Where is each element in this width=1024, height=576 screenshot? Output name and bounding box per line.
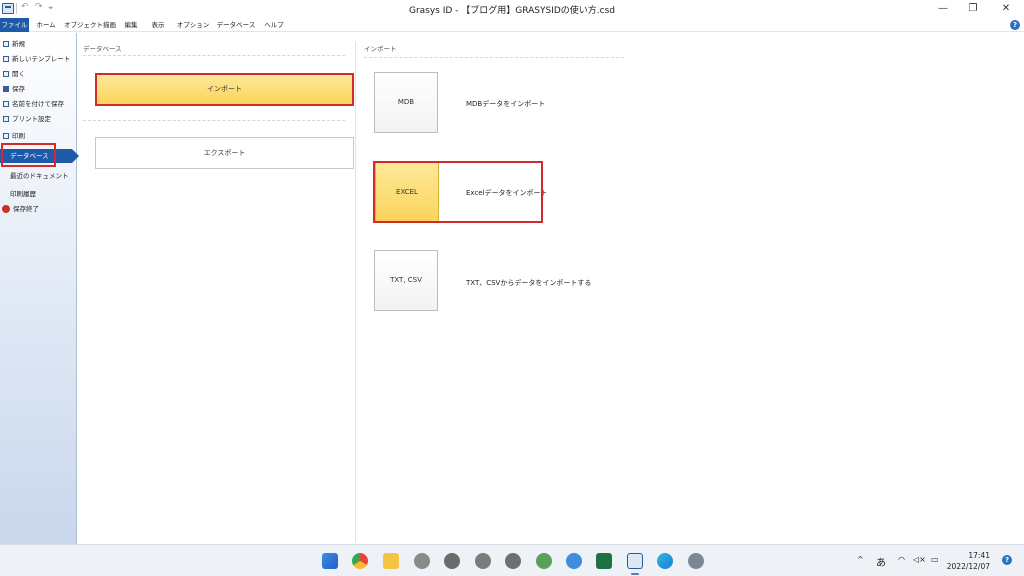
restore-button[interactable]: ❐: [963, 2, 983, 16]
database-separator: [83, 120, 345, 121]
tab-home[interactable]: ホーム: [33, 18, 59, 32]
clock-time[interactable]: 17:41: [968, 551, 990, 560]
open-folder-icon: [3, 71, 9, 77]
tray-chevron-icon[interactable]: ^: [857, 555, 864, 564]
app-icon-6[interactable]: [566, 553, 582, 569]
database-heading-separator: [83, 55, 345, 56]
import-button[interactable]: インポート: [95, 73, 354, 106]
database-highlight-box: [1, 143, 56, 167]
title-bar: ↶ ↷ ⏷ Grasys ID - 【ブログ用】GRASYSIDの使い方.csd…: [0, 0, 1024, 18]
app-icon-2[interactable]: [444, 553, 460, 569]
panel-divider: [355, 42, 356, 542]
chrome-icon[interactable]: [352, 553, 368, 569]
excel-highlight-box: [373, 161, 543, 223]
notification-icon[interactable]: ?: [1002, 555, 1012, 565]
help-icon[interactable]: ?: [1010, 20, 1020, 30]
sidebar-item-label: 名前を付けて保存: [12, 100, 64, 108]
save-as-icon: [3, 101, 9, 107]
file-explorer-icon[interactable]: [383, 553, 399, 569]
txt-csv-import-description: TXT、CSVからデータをインポートする: [466, 279, 592, 287]
app-icon-3[interactable]: [475, 553, 491, 569]
sidebar-item-print-settings[interactable]: プリント設定: [0, 112, 76, 126]
window-title: Grasys ID - 【ブログ用】GRASYSIDの使い方.csd: [408, 6, 616, 16]
app-icon-4[interactable]: [505, 553, 521, 569]
ime-indicator[interactable]: あ: [876, 554, 886, 569]
clock-date[interactable]: 2022/12/07: [947, 562, 990, 571]
tab-object-draw[interactable]: オブジェクト描画: [64, 18, 116, 32]
sidebar-item-label: 最近のドキュメント: [10, 172, 69, 180]
battery-icon[interactable]: ▭: [931, 555, 939, 564]
tab-edit[interactable]: 編集: [120, 18, 142, 32]
ribbon-tabs: ファイル ホーム オブジェクト描画 編集 表示 オプション データベース ヘルプ…: [0, 18, 1024, 32]
import-heading: インポート: [364, 45, 397, 53]
mdb-import-description: MDBデータをインポート: [466, 100, 546, 108]
sidebar-item-label: 保存: [12, 85, 25, 93]
sidebar-item-label: 新しいテンプレート: [12, 55, 71, 63]
grasys-id-icon[interactable]: [627, 553, 643, 569]
taskbar: ^ あ ◠ ◁× ▭ 17:41 2022/12/07 ?: [0, 544, 1024, 576]
tab-view[interactable]: 表示: [147, 18, 169, 32]
save-icon: [3, 86, 9, 92]
sidebar-item-recent-documents[interactable]: 最近のドキュメント: [0, 169, 76, 183]
active-app-indicator: [631, 573, 639, 575]
txt-csv-import-button[interactable]: TXT, CSV: [374, 250, 438, 311]
sidebar-item-print[interactable]: 印刷: [0, 129, 76, 143]
sidebar-item-label: プリント設定: [12, 115, 51, 123]
sidebar-item-label: 印刷履歴: [10, 190, 36, 198]
tab-database[interactable]: データベース: [215, 18, 257, 32]
exit-icon: [2, 205, 10, 213]
sidebar-item-save[interactable]: 保存: [0, 82, 76, 96]
settings-icon[interactable]: [688, 553, 704, 569]
sidebar-item-save-exit[interactable]: 保存終了: [0, 202, 76, 216]
sidebar-item-new[interactable]: 新規: [0, 37, 76, 51]
app-icon-1[interactable]: [414, 553, 430, 569]
printer-icon: [3, 133, 9, 139]
sidebar-item-label: 印刷: [12, 132, 25, 140]
database-heading: データベース: [83, 45, 122, 53]
edge-icon[interactable]: [657, 553, 673, 569]
sidebar-item-new-template[interactable]: 新しいテンプレート: [0, 52, 76, 66]
backstage-sidebar: 新規 新しいテンプレート 開く 保存 名前を付けて保存 プリント設定 印刷 デー…: [0, 33, 79, 544]
print-settings-icon: [3, 116, 9, 122]
sidebar-item-save-as[interactable]: 名前を付けて保存: [0, 97, 76, 111]
tab-options[interactable]: オプション: [176, 18, 210, 32]
mdb-import-button[interactable]: MDB: [374, 72, 438, 133]
sidebar-item-print-history[interactable]: 印刷履歴: [0, 187, 76, 201]
excel-icon[interactable]: [596, 553, 612, 569]
app-icon-5[interactable]: [536, 553, 552, 569]
sidebar-item-label: 新規: [12, 40, 25, 48]
sidebar-item-open[interactable]: 開く: [0, 67, 76, 81]
volume-icon[interactable]: ◁×: [913, 555, 926, 564]
export-button[interactable]: エクスポート: [95, 137, 354, 169]
import-heading-separator: [364, 57, 624, 58]
new-file-icon: [3, 41, 9, 47]
template-icon: [3, 56, 9, 62]
start-icon[interactable]: [322, 553, 338, 569]
close-button[interactable]: ✕: [996, 2, 1016, 16]
wifi-icon[interactable]: ◠: [898, 555, 905, 564]
tab-help[interactable]: ヘルプ: [262, 18, 286, 32]
sidebar-item-label: 開く: [12, 70, 25, 78]
minimize-button[interactable]: —: [933, 2, 953, 16]
tab-file[interactable]: ファイル: [0, 18, 29, 32]
sidebar-item-label: 保存終了: [13, 205, 39, 213]
